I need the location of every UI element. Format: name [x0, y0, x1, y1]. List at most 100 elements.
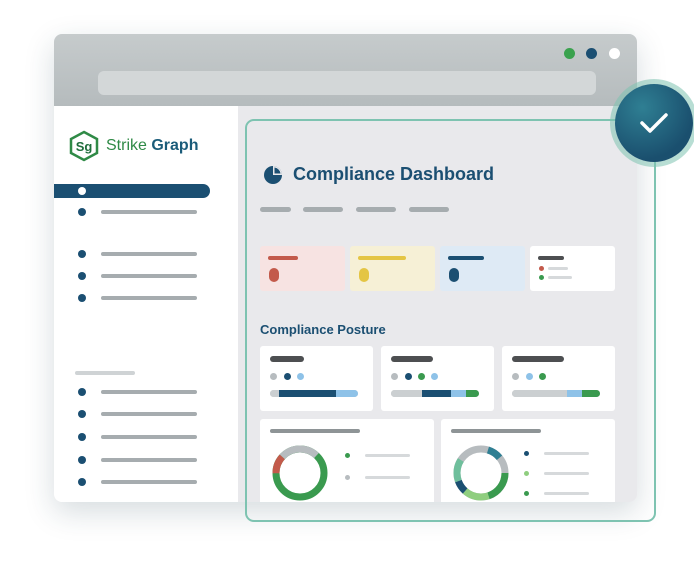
bullet-icon	[78, 433, 86, 441]
bullet-icon	[78, 250, 86, 258]
window-maximize-button[interactable]	[586, 48, 597, 59]
sidebar-item-label-placeholder	[101, 390, 197, 394]
kpi-label-placeholder	[538, 256, 564, 260]
status-dot	[270, 373, 277, 380]
bullet-icon	[78, 187, 86, 195]
sidebar-item[interactable]	[78, 208, 197, 216]
posture-card[interactable]	[260, 346, 373, 411]
posture-card-title-placeholder	[512, 356, 564, 362]
status-dot	[512, 373, 519, 380]
sidebar-item-label-placeholder	[101, 458, 197, 462]
donut-chart	[453, 445, 509, 501]
section-title: Compliance Posture	[260, 322, 386, 337]
brand-name-part1: Strike	[106, 137, 147, 154]
status-dot	[431, 373, 438, 380]
legend-dot	[539, 266, 544, 271]
sidebar-item[interactable]	[78, 294, 197, 302]
legend-label-placeholder	[548, 276, 572, 279]
tab[interactable]	[303, 207, 343, 212]
sidebar-item-label-placeholder	[101, 435, 197, 439]
brand-logo[interactable]: Sg Strike Graph	[69, 130, 198, 162]
logo-hexagon-icon: Sg	[69, 130, 99, 162]
bullet-icon	[78, 294, 86, 302]
sidebar-item-label-placeholder	[101, 252, 197, 256]
window-close-button[interactable]	[609, 48, 620, 59]
address-bar[interactable]	[98, 71, 596, 95]
chart-title-placeholder	[451, 429, 541, 433]
kpi-value-placeholder	[269, 268, 279, 282]
legend-dot	[524, 451, 529, 456]
kpi-card-yellow[interactable]	[350, 246, 435, 291]
progress-bar	[512, 390, 600, 397]
sidebar-item[interactable]	[78, 250, 197, 258]
page-title: Compliance Dashboard	[263, 164, 494, 185]
sidebar-item-label-placeholder	[101, 210, 197, 214]
donut-chart-card[interactable]	[441, 419, 615, 502]
posture-card[interactable]	[502, 346, 615, 411]
legend-label-placeholder	[544, 472, 589, 475]
bullet-icon	[78, 272, 86, 280]
brand-name-part2: Graph	[151, 137, 199, 154]
legend-dot	[524, 491, 529, 496]
sidebar-item[interactable]	[78, 388, 197, 396]
sidebar-item-label-placeholder	[101, 480, 197, 484]
checkmark-icon	[640, 113, 668, 133]
tab[interactable]	[260, 207, 291, 212]
sidebar-item[interactable]	[78, 272, 197, 280]
main-content: Compliance Dashboard Compliance Posture	[238, 106, 637, 502]
posture-card[interactable]	[381, 346, 494, 411]
posture-card-title-placeholder	[270, 356, 304, 362]
legend-label-placeholder	[544, 452, 589, 455]
kpi-card-blue[interactable]	[440, 246, 525, 291]
window-minimize-button[interactable]	[564, 48, 575, 59]
legend-label-placeholder	[365, 476, 410, 479]
donut-chart-card[interactable]	[260, 419, 434, 502]
donut-chart	[272, 445, 328, 501]
progress-bar	[270, 390, 358, 397]
kpi-card-red[interactable]	[260, 246, 345, 291]
kpi-label-placeholder	[358, 256, 406, 260]
legend-label-placeholder	[544, 492, 589, 495]
status-dot	[526, 373, 533, 380]
kpi-label-placeholder	[268, 256, 298, 260]
browser-window: Sg Strike Graph Compliance Dashboard Com…	[54, 34, 637, 502]
bullet-icon	[78, 478, 86, 486]
verified-badge	[615, 84, 693, 162]
bullet-icon	[78, 410, 86, 418]
status-dot	[391, 373, 398, 380]
sidebar-item[interactable]	[78, 478, 197, 486]
sidebar-item-label-placeholder	[101, 274, 197, 278]
tab[interactable]	[356, 207, 396, 212]
status-dot	[284, 373, 291, 380]
sidebar-item[interactable]	[78, 433, 197, 441]
logo-mark-text: Sg	[75, 138, 93, 154]
kpi-card-summary[interactable]	[530, 246, 615, 291]
pie-chart-icon	[264, 165, 282, 184]
legend-label-placeholder	[365, 454, 410, 457]
bullet-icon	[78, 208, 86, 216]
status-dot	[539, 373, 546, 380]
tab[interactable]	[409, 207, 449, 212]
legend-label-placeholder	[548, 267, 568, 270]
status-dot	[405, 373, 412, 380]
sidebar-item-label-placeholder	[101, 412, 197, 416]
legend-dot	[539, 275, 544, 280]
kpi-label-placeholder	[448, 256, 484, 260]
sidebar-item[interactable]	[78, 410, 197, 418]
sidebar: Sg Strike Graph	[54, 106, 238, 502]
progress-bar	[391, 390, 479, 397]
kpi-value-placeholder	[449, 268, 459, 282]
status-dot	[418, 373, 425, 380]
sidebar-item-active[interactable]	[54, 184, 210, 198]
legend-dot	[345, 475, 350, 480]
sidebar-item[interactable]	[78, 456, 197, 464]
legend-dot	[345, 453, 350, 458]
page-title-text: Compliance Dashboard	[293, 164, 495, 184]
chart-title-placeholder	[270, 429, 360, 433]
posture-card-title-placeholder	[391, 356, 433, 362]
sidebar-section-heading-placeholder	[75, 371, 135, 375]
bullet-icon	[78, 388, 86, 396]
bullet-icon	[78, 456, 86, 464]
brand-name: Strike Graph	[106, 137, 198, 155]
legend-dot	[524, 471, 529, 476]
